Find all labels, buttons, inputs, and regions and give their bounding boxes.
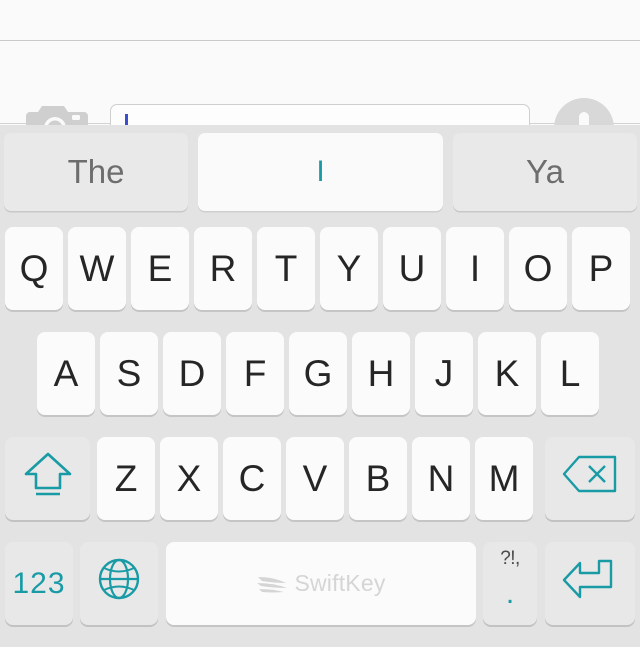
keyboard-row-zxcv: Z X C V B N M bbox=[0, 437, 640, 527]
key-numeric-mode[interactable]: 123 bbox=[5, 542, 73, 625]
key-language-globe[interactable] bbox=[80, 542, 158, 625]
key-j-label: J bbox=[434, 352, 454, 394]
key-p[interactable]: P bbox=[572, 227, 630, 310]
key-k[interactable]: K bbox=[478, 332, 536, 415]
content-area bbox=[0, 0, 640, 41]
key-y-label: Y bbox=[336, 247, 362, 289]
key-j[interactable]: J bbox=[415, 332, 473, 415]
key-u[interactable]: U bbox=[383, 227, 441, 310]
key-h-label: H bbox=[367, 352, 395, 394]
key-t-label: T bbox=[274, 247, 298, 289]
key-t[interactable]: T bbox=[257, 227, 315, 310]
key-a-label: A bbox=[53, 352, 79, 394]
key-space-label: SwiftKey bbox=[294, 570, 386, 596]
key-w-label: W bbox=[79, 247, 115, 289]
key-d[interactable]: D bbox=[163, 332, 221, 415]
key-q-label: Q bbox=[19, 247, 49, 289]
key-r-label: R bbox=[209, 247, 237, 289]
key-punctuation[interactable]: ?!, . bbox=[483, 542, 537, 625]
key-m-label: M bbox=[488, 457, 520, 499]
key-d-label: D bbox=[178, 352, 206, 394]
globe-icon bbox=[96, 556, 142, 611]
key-u-label: U bbox=[398, 247, 426, 289]
key-f[interactable]: F bbox=[226, 332, 284, 415]
key-l-label: L bbox=[559, 352, 581, 394]
key-y[interactable]: Y bbox=[320, 227, 378, 310]
key-o-label: O bbox=[523, 247, 553, 289]
key-e[interactable]: E bbox=[131, 227, 189, 310]
key-x-label: X bbox=[176, 457, 202, 499]
keyboard-row-bottom: 123 SwiftKey ?!, . bbox=[0, 542, 640, 632]
backspace-icon bbox=[561, 453, 619, 504]
key-w[interactable]: W bbox=[68, 227, 126, 310]
key-s[interactable]: S bbox=[100, 332, 158, 415]
key-n[interactable]: N bbox=[412, 437, 470, 520]
keyboard-row-asdf: A S D F G H J K L bbox=[0, 332, 640, 422]
key-punctuation-secondary-label: ?!, bbox=[500, 548, 520, 569]
key-f-label: F bbox=[243, 352, 267, 394]
key-g-label: G bbox=[303, 352, 333, 394]
suggestion-center[interactable]: I bbox=[198, 133, 443, 211]
key-i[interactable]: I bbox=[446, 227, 504, 310]
key-shift[interactable] bbox=[5, 437, 90, 520]
suggestion-center-label: I bbox=[316, 155, 325, 188]
key-p-label: P bbox=[588, 247, 614, 289]
keyboard-row-qwerty: Q W E R T Y U I O P bbox=[0, 227, 640, 317]
key-numeric-mode-label: 123 bbox=[12, 566, 66, 600]
suggestion-right-label: Ya bbox=[526, 153, 564, 190]
key-z-label: Z bbox=[114, 457, 138, 499]
suggestion-left[interactable]: The bbox=[4, 133, 188, 211]
key-m[interactable]: M bbox=[475, 437, 533, 520]
key-c-label: C bbox=[238, 457, 266, 499]
prediction-bar: The I Ya bbox=[0, 125, 640, 222]
swiftkey-logo-icon: SwiftKey bbox=[256, 570, 385, 597]
key-i-label: I bbox=[469, 247, 481, 289]
key-h[interactable]: H bbox=[352, 332, 410, 415]
keyboard: Q W E R T Y U I O P A S D F G H J K L Z … bbox=[0, 222, 640, 647]
key-g[interactable]: G bbox=[289, 332, 347, 415]
key-z[interactable]: Z bbox=[97, 437, 155, 520]
suggestion-right[interactable]: Ya bbox=[453, 133, 637, 211]
shift-arrow-icon bbox=[22, 448, 74, 509]
key-e-label: E bbox=[147, 247, 173, 289]
swiftkey-keyboard-screen: The I Ya Q W E R T Y U I O P A S D F G H… bbox=[0, 0, 640, 647]
key-l[interactable]: L bbox=[541, 332, 599, 415]
key-space[interactable]: SwiftKey bbox=[166, 542, 476, 625]
compose-bar bbox=[0, 42, 640, 158]
key-s-label: S bbox=[116, 352, 142, 394]
key-enter[interactable] bbox=[545, 542, 635, 625]
key-o[interactable]: O bbox=[509, 227, 567, 310]
key-x[interactable]: X bbox=[160, 437, 218, 520]
key-v[interactable]: V bbox=[286, 437, 344, 520]
key-punctuation-label: . bbox=[505, 577, 515, 610]
key-q[interactable]: Q bbox=[5, 227, 63, 310]
suggestion-left-label: The bbox=[67, 153, 125, 190]
key-k-label: K bbox=[494, 352, 520, 394]
key-backspace[interactable] bbox=[545, 437, 635, 520]
return-arrow-icon bbox=[561, 556, 619, 611]
key-v-label: V bbox=[302, 457, 328, 499]
key-c[interactable]: C bbox=[223, 437, 281, 520]
key-r[interactable]: R bbox=[194, 227, 252, 310]
key-n-label: N bbox=[427, 457, 455, 499]
key-b-label: B bbox=[365, 457, 391, 499]
key-b[interactable]: B bbox=[349, 437, 407, 520]
key-a[interactable]: A bbox=[37, 332, 95, 415]
